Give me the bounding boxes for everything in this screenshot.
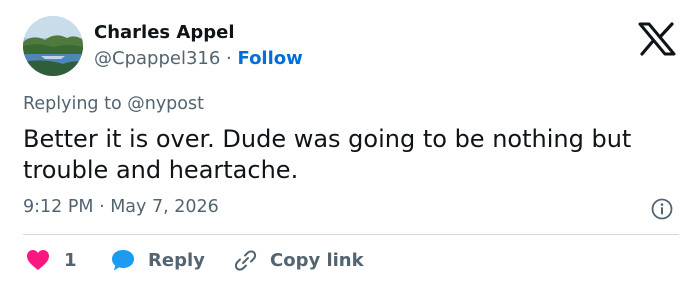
speech-bubble-icon [112,250,134,271]
like-count: 1 [64,249,77,271]
copy-link-button[interactable]: Copy link [232,248,364,272]
tweet-text: Better it is over. Dude was going to be … [23,125,632,184]
replying-to-label[interactable]: Replying to @nypost [23,94,204,114]
x-logo-icon[interactable] [638,22,676,56]
copy-link-label: Copy link [270,249,364,271]
heart-icon [27,250,49,270]
author-handle[interactable]: @Cpappel316 [94,48,220,69]
author-display-name[interactable]: Charles Appel [94,22,234,43]
separator-dot: · [226,48,238,69]
divider [23,234,679,235]
tweet-timestamp[interactable]: 9:12 PM · May 7, 2026 [23,197,219,217]
avatar[interactable] [23,16,83,76]
author-handle-row: @Cpappel316 · Follow [94,48,303,69]
info-icon[interactable] [651,198,673,220]
follow-button[interactable]: Follow [238,48,303,69]
avatar-image [23,16,83,76]
link-icon [234,250,257,271]
reply-button[interactable]: Reply [110,248,205,272]
like-button[interactable]: 1 [26,248,77,272]
reply-label: Reply [148,249,205,271]
